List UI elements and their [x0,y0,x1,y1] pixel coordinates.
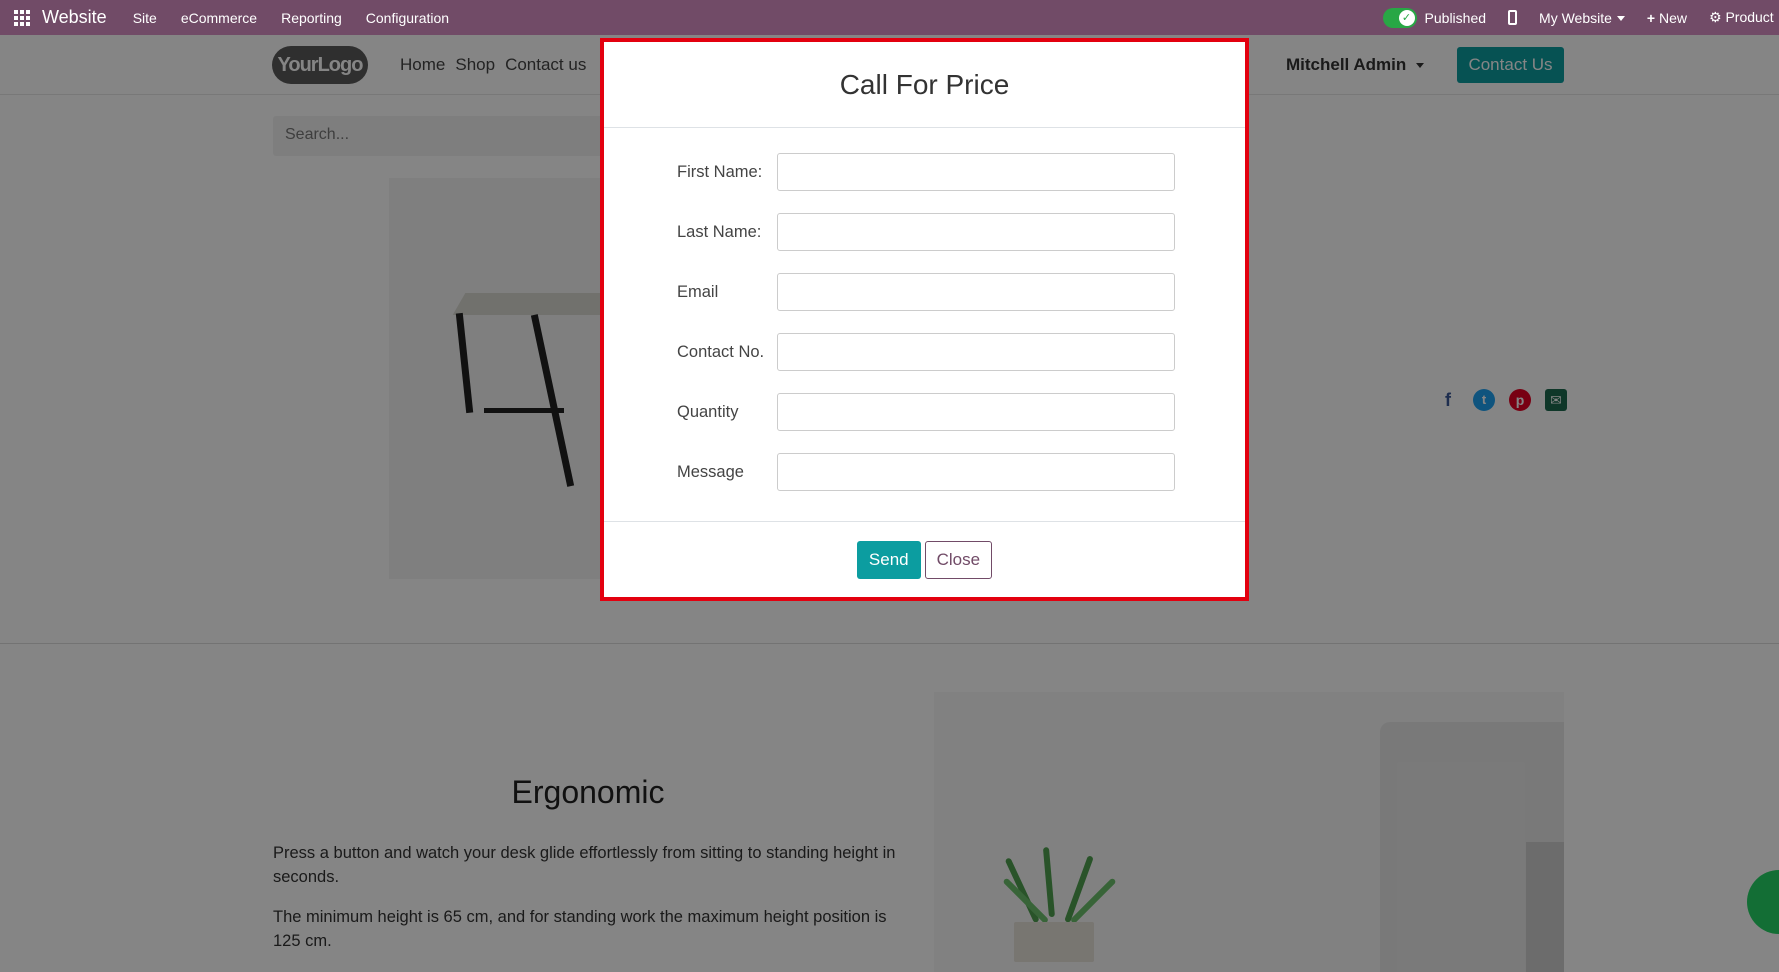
form-row-message: Message [677,453,1175,491]
message-label: Message [677,462,744,481]
form-row-first-name: First Name: [677,153,1175,191]
app-title[interactable]: Website [42,7,107,28]
last-name-field[interactable] [777,213,1175,251]
form-row-last-name: Last Name: [677,213,1175,251]
chevron-down-icon [1616,16,1625,22]
send-button[interactable]: Send [856,540,921,579]
modal-header: Call For Price [604,42,1245,128]
first-name-field[interactable] [777,153,1175,191]
email-label: Email [677,282,719,301]
new-button[interactable]: + New [1647,10,1687,26]
plus-icon: + [1646,9,1656,26]
close-button[interactable]: Close [924,540,993,579]
gear-icon: ⚙ [1709,9,1722,25]
admin-topbar: Website Site eCommerce Reporting Configu… [0,0,1779,35]
toggle-published-icon[interactable] [1382,7,1417,28]
contact-no-field[interactable] [777,333,1175,371]
form-row-contact-no: Contact No. [677,333,1175,371]
mobile-preview-icon[interactable] [1508,10,1518,25]
product-label: Product [1725,9,1774,25]
published-toggle[interactable]: Published [1382,7,1487,28]
message-field[interactable] [777,453,1175,491]
website-switcher[interactable]: My Website [1539,10,1625,26]
modal-footer: Send Close [604,522,1245,597]
menu-site[interactable]: Site [133,10,157,26]
new-label: New [1658,9,1687,26]
topbar-right-group: Published My Website + New ⚙ Product [1382,0,1779,35]
website-switcher-label: My Website [1539,9,1612,26]
menu-configuration[interactable]: Configuration [366,10,449,26]
call-for-price-dialog: Call For Price First Name: Last Name: Em… [600,38,1249,601]
first-name-label: First Name: [677,162,763,181]
modal-body: First Name: Last Name: Email Contact No.… [604,128,1245,522]
quantity-label: Quantity [677,402,739,421]
menu-ecommerce[interactable]: eCommerce [181,10,257,26]
form-row-email: Email [677,273,1175,311]
quantity-field[interactable] [777,393,1175,431]
contact-no-label: Contact No. [677,342,765,361]
modal-title: Call For Price [839,68,1010,100]
form-row-quantity: Quantity [677,393,1175,431]
email-field[interactable] [777,273,1175,311]
product-menu[interactable]: ⚙ Product [1709,9,1779,26]
apps-grid-icon[interactable] [14,9,30,26]
published-label: Published [1424,9,1487,26]
last-name-label: Last Name: [677,222,762,241]
menu-reporting[interactable]: Reporting [281,10,342,26]
